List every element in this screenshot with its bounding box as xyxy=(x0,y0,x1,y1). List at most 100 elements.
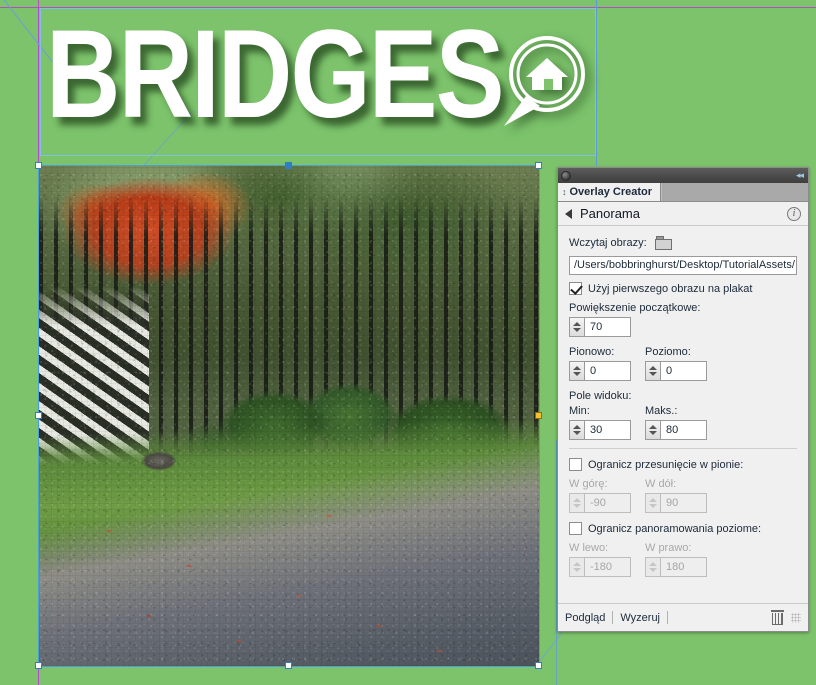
vertical-group: Pionowo: 0 xyxy=(569,346,631,381)
limit-down-arrows xyxy=(645,493,660,513)
limit-down-label: W dół: xyxy=(645,478,677,490)
trash-icon[interactable] xyxy=(771,610,784,625)
house-speech-bubble-icon xyxy=(504,36,585,126)
photo-image-frame[interactable] xyxy=(35,162,542,669)
limit-horizontal-label: Ogranicz panoramowania poziome: xyxy=(588,522,762,535)
preview-button[interactable]: Podgląd xyxy=(565,612,612,624)
panel-section-title: Panorama xyxy=(580,206,640,221)
fov-max-label: Maks.: xyxy=(645,405,678,417)
initial-zoom-stepper[interactable]: 70 xyxy=(569,317,631,337)
fov-max-stepper[interactable]: 80 xyxy=(645,420,707,440)
panel-tab-bar: ↕ Overlay Creator xyxy=(558,183,808,202)
info-icon[interactable]: i xyxy=(787,206,801,221)
resize-grip-icon[interactable] xyxy=(791,612,801,623)
selection-handle-top-right[interactable] xyxy=(535,162,542,169)
limit-right-value: 180 xyxy=(660,557,707,577)
limit-up-value: -90 xyxy=(584,493,631,513)
field-of-view-group: Min: 30 Maks.: 80 xyxy=(569,405,797,440)
document-canvas: BRIDGES ◂◂ ↕ Overlay Creator Panorama i … xyxy=(0,0,816,685)
limit-left-stepper: -180 xyxy=(569,557,631,577)
footer-separator-2 xyxy=(667,611,669,624)
drag-grip-icon: ↕ xyxy=(562,187,567,197)
field-of-view-label: Pole widoku: xyxy=(569,390,632,402)
horizontal-arrows[interactable] xyxy=(645,361,660,381)
limit-down-stepper: 90 xyxy=(645,493,707,513)
panel-menu-dot-icon[interactable] xyxy=(561,170,571,181)
limit-horizontal-group: W lewo: -180 W prawo: 180 xyxy=(569,542,797,577)
panel-tab-empty-area xyxy=(661,183,808,201)
use-first-image-row[interactable]: Użyj pierwszego obrazu na plakat xyxy=(569,282,797,295)
garden-gate-photo xyxy=(39,166,539,666)
selection-handle-bottom-center[interactable] xyxy=(285,662,292,669)
vertical-stepper[interactable]: 0 xyxy=(569,361,631,381)
limit-down-group: W dół: 90 xyxy=(645,478,707,513)
fov-min-arrows[interactable] xyxy=(569,420,584,440)
selection-handle-top-left[interactable] xyxy=(35,162,42,169)
initial-zoom-group: Powiększenie początkowe: 70 xyxy=(569,302,797,337)
limit-vertical-row[interactable]: Ogranicz przesunięcie w pionie: xyxy=(569,458,797,471)
use-first-image-checkbox[interactable] xyxy=(569,282,582,295)
fov-min-group: Min: 30 xyxy=(569,405,631,440)
initial-zoom-label: Powiększenie początkowe: xyxy=(569,302,701,314)
headline-text-frame[interactable]: BRIDGES xyxy=(40,4,596,156)
selection-handle-bottom-right[interactable] xyxy=(535,662,542,669)
fov-max-arrows[interactable] xyxy=(645,420,660,440)
limit-left-group: W lewo: -180 xyxy=(569,542,631,577)
fov-min-value[interactable]: 30 xyxy=(584,420,631,440)
pan-offset-group: Pionowo: 0 Poziomo: 0 xyxy=(569,346,797,381)
horizontal-stepper[interactable]: 0 xyxy=(645,361,707,381)
limit-right-group: W prawo: 180 xyxy=(645,542,707,577)
selection-handle-middle-left[interactable] xyxy=(35,412,42,419)
limit-up-arrows xyxy=(569,493,584,513)
guide-vertical-right xyxy=(596,0,597,166)
load-images-row: Wczytaj obrazy: xyxy=(569,236,797,250)
page-title: BRIDGES xyxy=(46,3,504,144)
limit-up-label: W górę: xyxy=(569,478,608,490)
limit-left-value: -180 xyxy=(584,557,631,577)
folder-icon[interactable] xyxy=(654,236,672,250)
vertical-label: Pionowo: xyxy=(569,346,615,358)
fov-min-stepper[interactable]: 30 xyxy=(569,420,631,440)
limit-vertical-checkbox[interactable] xyxy=(569,458,582,471)
reset-button[interactable]: Wyzeruj xyxy=(613,612,667,624)
panel-subheader: Panorama i xyxy=(558,202,808,226)
back-arrow-icon[interactable] xyxy=(565,208,572,219)
fov-max-value[interactable]: 80 xyxy=(660,420,707,440)
collapse-double-arrow-icon[interactable]: ◂◂ xyxy=(796,170,805,181)
initial-zoom-value[interactable]: 70 xyxy=(584,317,631,337)
limit-left-arrows xyxy=(569,557,584,577)
fov-max-group: Maks.: 80 xyxy=(645,405,707,440)
limit-vertical-label: Ogranicz przesunięcie w pionie: xyxy=(588,458,744,471)
horizontal-label: Poziomo: xyxy=(645,346,691,358)
panel-body: Wczytaj obrazy: /Users/bobbringhurst/Des… xyxy=(558,226,808,577)
content-grabber-handle[interactable] xyxy=(535,412,542,419)
photo-pixelation-overlay xyxy=(39,166,539,666)
limit-right-stepper: 180 xyxy=(645,557,707,577)
overlay-creator-panel: ◂◂ ↕ Overlay Creator Panorama i Wczytaj … xyxy=(557,167,809,632)
load-images-label: Wczytaj obrazy: xyxy=(569,237,647,249)
use-first-image-label: Użyj pierwszego obrazu na plakat xyxy=(588,282,753,295)
initial-zoom-arrows[interactable] xyxy=(569,317,584,337)
vertical-arrows[interactable] xyxy=(569,361,584,381)
limit-up-group: W górę: -90 xyxy=(569,478,631,513)
limit-horizontal-checkbox[interactable] xyxy=(569,522,582,535)
limit-right-arrows xyxy=(645,557,660,577)
horizontal-group: Poziomo: 0 xyxy=(645,346,707,381)
limit-down-value: 90 xyxy=(660,493,707,513)
panel-footer: Podgląd Wyzeruj xyxy=(558,603,808,631)
limit-right-label: W prawo: xyxy=(645,542,692,554)
vertical-value[interactable]: 0 xyxy=(584,361,631,381)
limit-up-stepper: -90 xyxy=(569,493,631,513)
tab-overlay-creator-label: Overlay Creator xyxy=(569,186,653,198)
fov-min-label: Min: xyxy=(569,405,590,417)
image-path-input[interactable]: /Users/bobbringhurst/Desktop/TutorialAss… xyxy=(569,256,797,275)
selection-handle-top-center[interactable] xyxy=(285,162,292,169)
limit-vertical-group: W górę: -90 W dół: 90 xyxy=(569,478,797,513)
limit-left-label: W lewo: xyxy=(569,542,609,554)
tab-overlay-creator[interactable]: ↕ Overlay Creator xyxy=(558,183,662,201)
selection-handle-bottom-left[interactable] xyxy=(35,662,42,669)
panel-titlebar[interactable]: ◂◂ xyxy=(558,168,808,183)
panel-divider xyxy=(569,448,797,449)
limit-horizontal-row[interactable]: Ogranicz panoramowania poziome: xyxy=(569,522,797,535)
horizontal-value[interactable]: 0 xyxy=(660,361,707,381)
